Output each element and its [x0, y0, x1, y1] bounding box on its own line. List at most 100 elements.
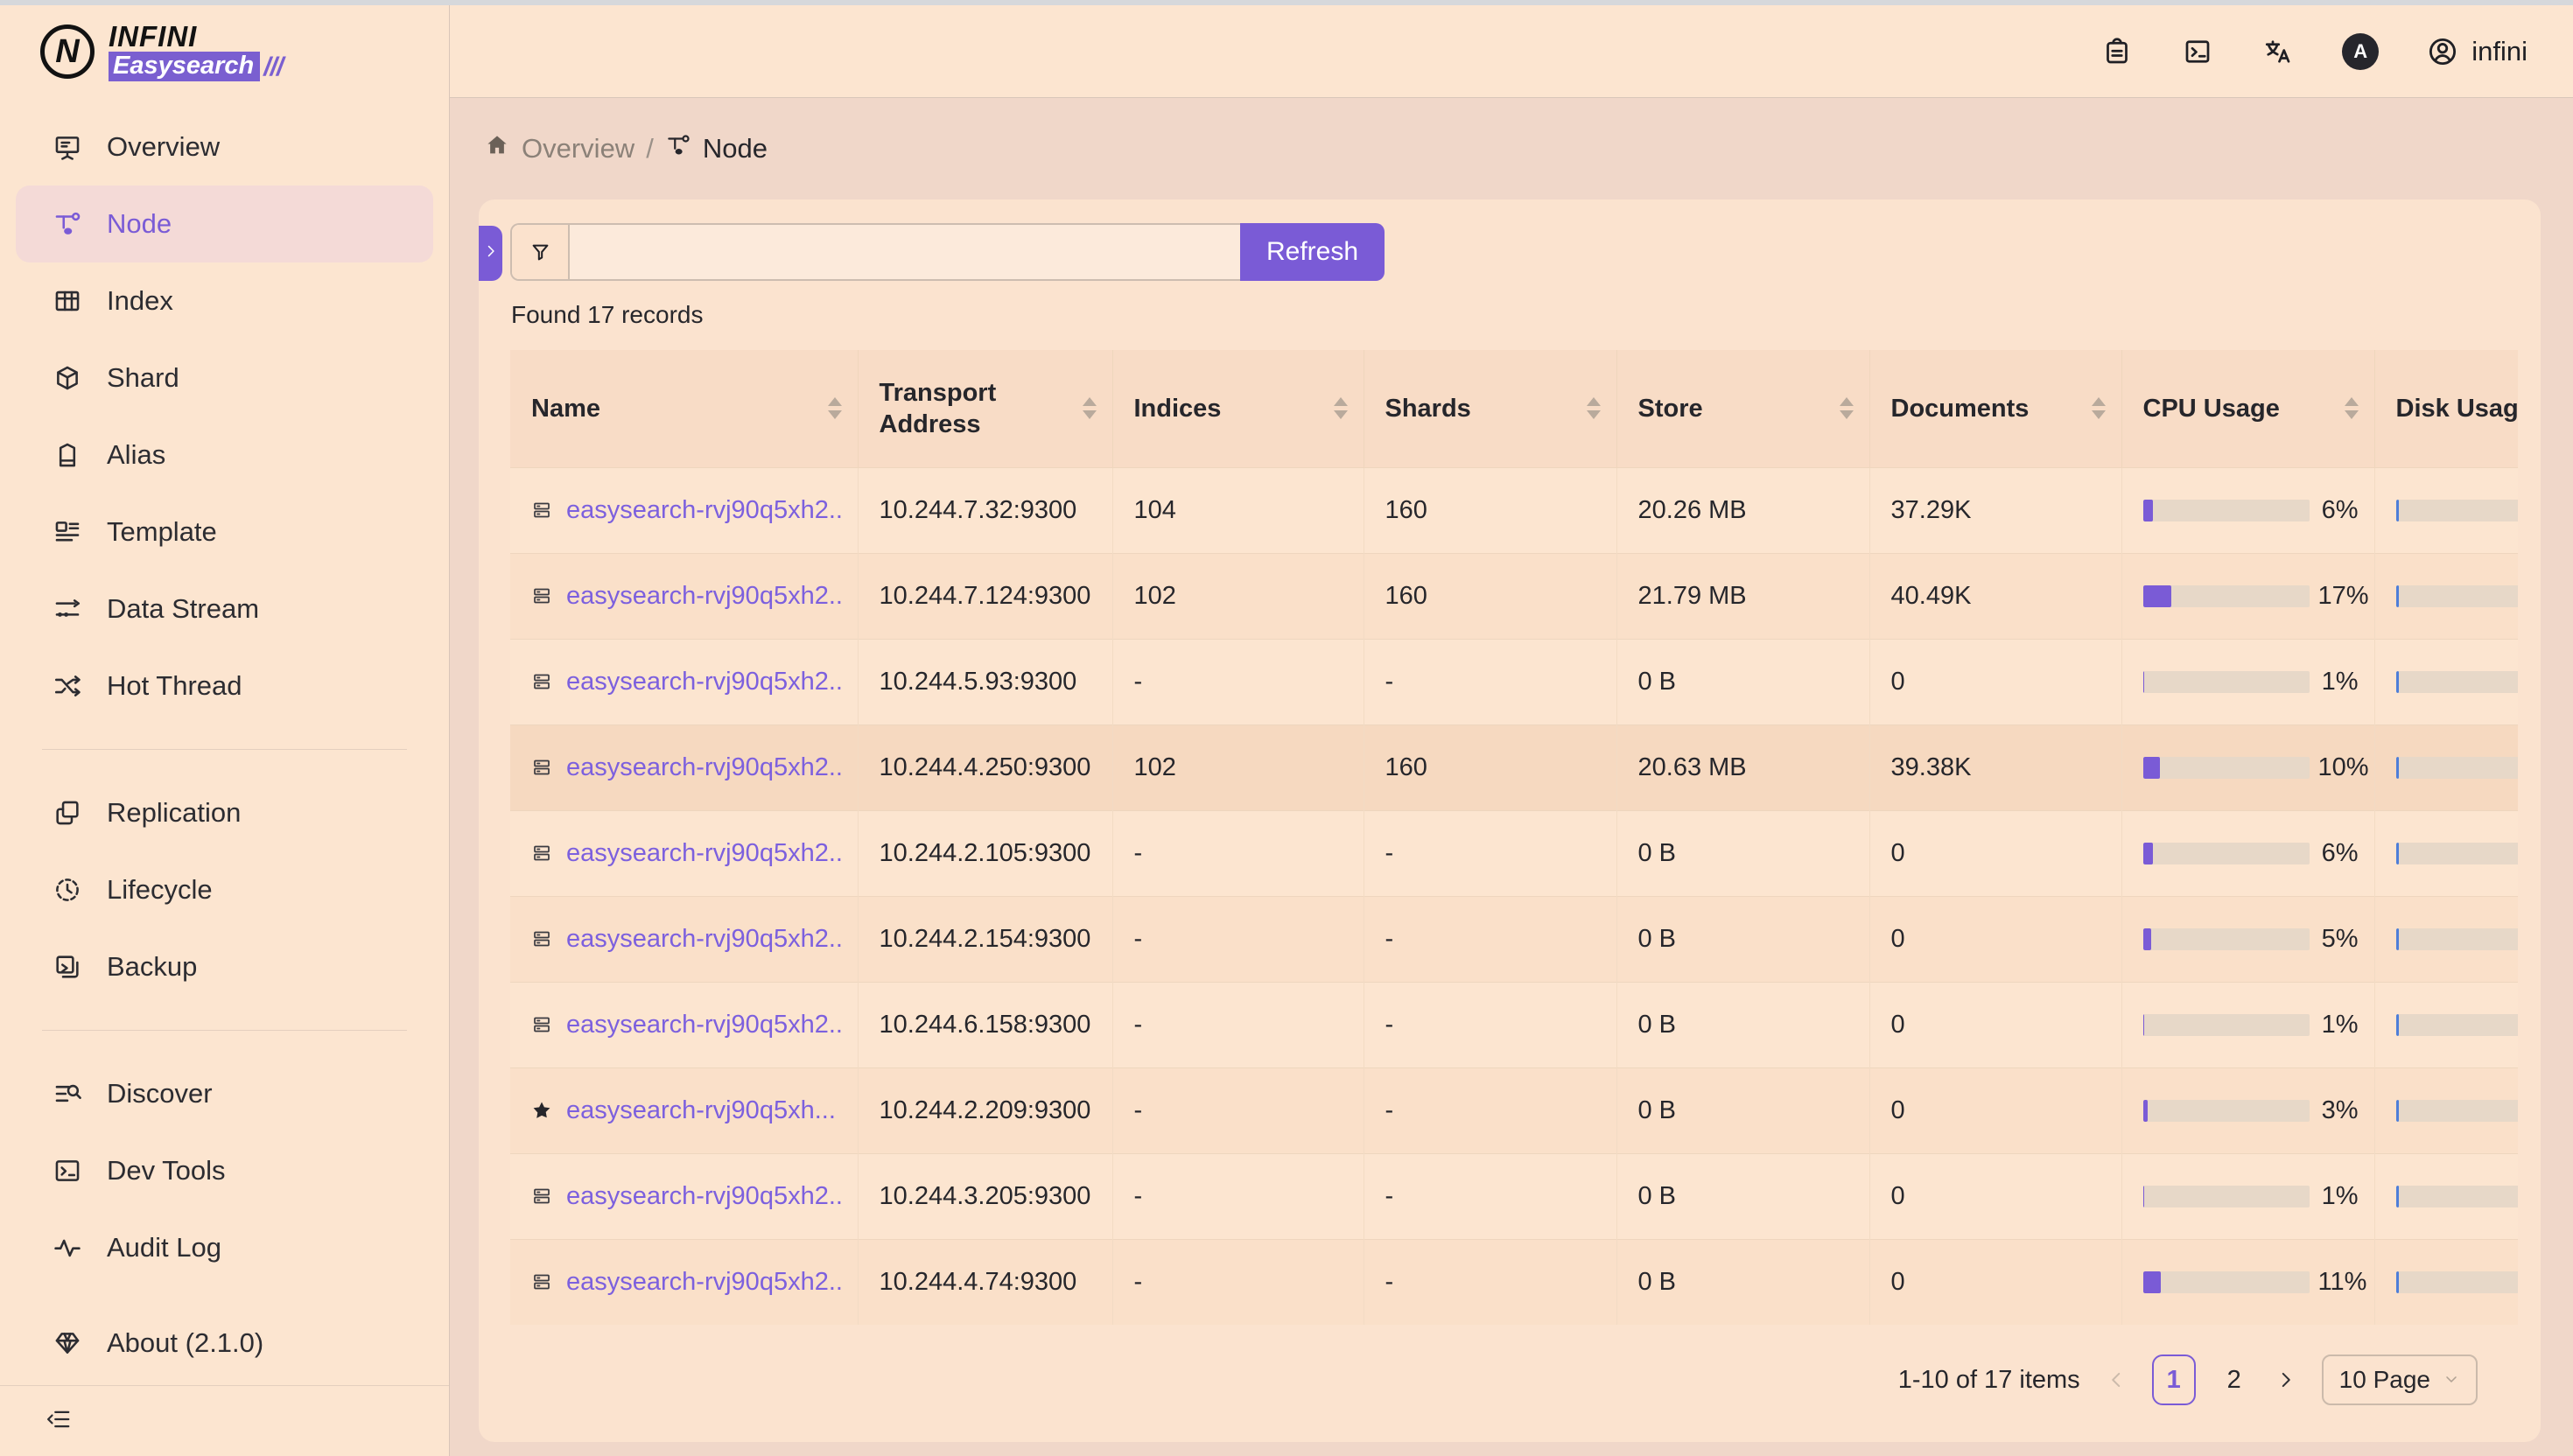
terminal-icon[interactable] — [2181, 35, 2214, 68]
next-page-button[interactable] — [2273, 1367, 2299, 1393]
brand-line1: INFINI — [109, 22, 283, 52]
sort-carets-icon[interactable] — [1587, 397, 1601, 419]
brand-monogram-icon: N — [40, 24, 95, 79]
node-name-link[interactable]: easysearch-rvj90q5xh2... — [566, 496, 842, 525]
column-header-indices[interactable]: Indices — [1112, 350, 1364, 467]
page-size-label: 10 Page — [2339, 1366, 2430, 1394]
transport-address: 10.244.5.93:9300 — [858, 639, 1112, 724]
shards-value: 160 — [1364, 467, 1616, 553]
cpu-usage-cell: 3% — [2143, 1096, 2359, 1125]
sidebar-item-audit-log[interactable]: Audit Log — [16, 1209, 433, 1286]
sidebar-item-template[interactable]: Template — [16, 494, 433, 570]
store-value: 0 B — [1616, 639, 1869, 724]
column-header-cpu-usage[interactable]: CPU Usage — [2121, 350, 2374, 467]
brand-slashes: /// — [263, 53, 283, 80]
disk-usage-cell — [2396, 1186, 2519, 1208]
filter-input[interactable] — [570, 225, 1240, 279]
cpu-usage-cell: 1% — [2143, 1182, 2359, 1211]
node-name-link[interactable]: easysearch-rvj90q5xh2... — [566, 839, 842, 868]
column-header-transport-address[interactable]: Transport Address — [858, 350, 1112, 467]
indices-value: - — [1112, 1068, 1364, 1153]
sidebar-item-label: Dev Tools — [107, 1155, 226, 1186]
sidebar-item-overview[interactable]: Overview — [16, 108, 433, 186]
audit-icon — [53, 1233, 82, 1263]
sidebar-item-lifecycle[interactable]: Lifecycle — [16, 851, 433, 928]
column-header-name[interactable]: Name — [510, 350, 858, 467]
home-icon[interactable] — [484, 132, 510, 165]
brand-line2: Easysearch — [109, 52, 260, 81]
page-button-2[interactable]: 2 — [2219, 1366, 2250, 1395]
sort-carets-icon[interactable] — [1083, 397, 1097, 419]
node-name-link[interactable]: easysearch-rvj90q5xh2... — [566, 1182, 842, 1211]
cpu-usage-cell: 6% — [2143, 496, 2359, 525]
pagination-summary: 1-10 of 17 items — [1898, 1366, 2080, 1395]
user-menu[interactable]: infini — [2426, 35, 2527, 68]
node-name-link[interactable]: easysearch-rvj90q5xh2... — [566, 925, 842, 954]
node-name-link[interactable]: easysearch-rvj90q5xh2... — [566, 753, 842, 782]
server-icon — [531, 1014, 552, 1035]
disk-usage-bar — [2396, 585, 2519, 607]
sidebar-item-replication[interactable]: Replication — [16, 774, 433, 851]
column-header-shards[interactable]: Shards — [1364, 350, 1616, 467]
sort-carets-icon[interactable] — [2092, 397, 2106, 419]
shards-value: - — [1364, 982, 1616, 1068]
alias-icon — [53, 440, 82, 470]
node-name-link[interactable]: easysearch-rvj90q5xh2... — [566, 582, 842, 611]
refresh-button[interactable]: Refresh — [1240, 223, 1385, 281]
sidebar-item-hot-thread[interactable]: Hot Thread — [16, 648, 433, 724]
avatar[interactable]: A — [2342, 33, 2379, 70]
node-name-link[interactable]: easysearch-rvj90q5xh2... — [566, 668, 842, 696]
sidebar-item-label: Node — [107, 208, 172, 240]
node-name-link[interactable]: easysearch-rvj90q5xh2... — [566, 1268, 842, 1297]
breadcrumb-current: Node — [703, 133, 768, 164]
sidebar-item-backup[interactable]: Backup — [16, 928, 433, 1005]
panel-expander[interactable] — [479, 226, 502, 281]
disk-usage-bar — [2396, 1100, 2519, 1122]
indices-value: - — [1112, 982, 1364, 1068]
sort-carets-icon[interactable] — [2345, 397, 2359, 419]
sidebar-item-label: Backup — [107, 951, 197, 983]
replication-icon — [53, 798, 82, 828]
column-header-documents[interactable]: Documents — [1869, 350, 2121, 467]
disk-usage-bar — [2396, 500, 2519, 522]
toolbar: Refresh — [510, 223, 1385, 281]
clipboard-icon[interactable] — [2100, 35, 2134, 68]
store-value: 0 B — [1616, 1239, 1869, 1325]
cpu-usage-bar — [2143, 1271, 2310, 1293]
sidebar-item-index[interactable]: Index — [16, 262, 433, 340]
sidebar-item-alias[interactable]: Alias — [16, 416, 433, 494]
documents-value: 39.38K — [1869, 724, 2121, 810]
node-table-wrap: NameTransport AddressIndicesShardsStoreD… — [510, 350, 2518, 1326]
node-name-link[interactable]: easysearch-rvj90q5xh... — [566, 1096, 836, 1125]
sidebar-item-label: Discover — [107, 1078, 213, 1110]
menu-fold-icon[interactable] — [46, 1406, 72, 1437]
sidebar-item-label: Data Stream — [107, 593, 259, 625]
page-size-select[interactable]: 10 Page — [2322, 1354, 2478, 1405]
sidebar-item-node[interactable]: Node — [16, 186, 433, 262]
column-header-store[interactable]: Store — [1616, 350, 1869, 467]
disk-usage-bar — [2396, 1271, 2519, 1293]
sidebar-item-dev-tools[interactable]: Dev Tools — [16, 1132, 433, 1209]
node-name-link[interactable]: easysearch-rvj90q5xh2... — [566, 1011, 842, 1040]
breadcrumb-separator: / — [646, 133, 654, 164]
sidebar-item-discover[interactable]: Discover — [16, 1055, 433, 1132]
column-header-disk-usage[interactable]: Disk Usage — [2374, 350, 2518, 467]
node-table: NameTransport AddressIndicesShardsStoreD… — [510, 350, 2518, 1325]
sort-carets-icon[interactable] — [1840, 397, 1854, 419]
brand-logo[interactable]: N INFINI Easysearch /// — [0, 5, 449, 98]
translate-icon[interactable] — [2261, 35, 2295, 68]
page-button-1[interactable]: 1 — [2152, 1354, 2196, 1405]
sort-carets-icon[interactable] — [828, 397, 842, 419]
star-icon — [531, 1100, 552, 1121]
prev-page-button[interactable] — [2103, 1367, 2129, 1393]
breadcrumb-overview[interactable]: Overview — [522, 133, 634, 164]
store-value: 0 B — [1616, 810, 1869, 896]
sidebar-item-data-stream[interactable]: Data Stream — [16, 570, 433, 648]
sidebar-item-about-2-1-0[interactable]: About (2.1.0) — [16, 1305, 433, 1382]
sort-carets-icon[interactable] — [1334, 397, 1348, 419]
indices-value: - — [1112, 1239, 1364, 1325]
disk-usage-bar — [2396, 671, 2519, 693]
sidebar-item-shard[interactable]: Shard — [16, 340, 433, 416]
cpu-usage-label: 6% — [2318, 839, 2359, 868]
index-icon — [53, 286, 82, 316]
